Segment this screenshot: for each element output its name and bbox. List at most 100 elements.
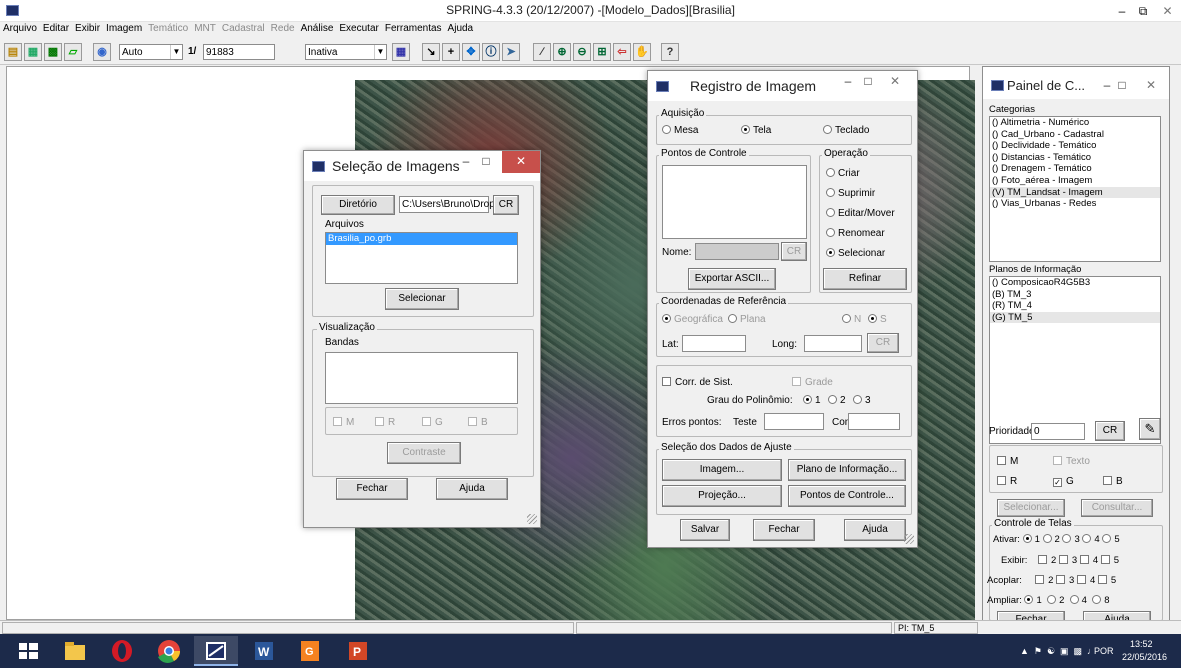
close-button[interactable]: ✕: [1154, 0, 1181, 22]
radio-grau-2[interactable]: 2: [828, 395, 846, 406]
fechar-button[interactable]: Fechar: [336, 478, 408, 500]
hand-icon[interactable]: ✋: [633, 43, 651, 61]
word-icon[interactable]: W: [241, 636, 285, 666]
check-corr-sist[interactable]: Corr. de Sist.: [662, 377, 733, 388]
ajuda-button[interactable]: Ajuda: [844, 519, 906, 541]
list-item[interactable]: () Foto_aérea - Imagem: [990, 175, 1160, 187]
menu-exibir[interactable]: Exibir: [72, 22, 103, 34]
plus-icon[interactable]: +: [442, 43, 460, 61]
radio-tela[interactable]: Tela: [741, 125, 771, 136]
check-b[interactable]: B: [1103, 476, 1123, 487]
menu-arquivo[interactable]: Arquivo: [0, 22, 40, 34]
arquivos-list[interactable]: Brasilia_po.grb: [325, 232, 518, 284]
categorias-list[interactable]: () Altimetria - Numérico () Cad_Urbano -…: [989, 116, 1161, 262]
zoom-mode-select[interactable]: Auto ▼: [119, 44, 183, 60]
help-icon[interactable]: ?: [661, 43, 679, 61]
database-icon[interactable]: ▤: [4, 43, 22, 61]
project-icon[interactable]: ▦: [24, 43, 42, 61]
cursor-icon[interactable]: ➤: [502, 43, 520, 61]
layers-icon[interactable]: ▩: [44, 43, 62, 61]
resize-grip[interactable]: [527, 514, 537, 524]
radio-grau-3[interactable]: 3: [853, 395, 871, 406]
menu-imagem[interactable]: Imagem: [103, 22, 145, 34]
ativar-row[interactable]: Ativar: 1 2 3 4 5: [993, 534, 1120, 545]
plano-info-button[interactable]: Plano de Informação...: [788, 459, 906, 481]
menu-executar[interactable]: Executar: [336, 22, 381, 34]
planos-list[interactable]: () ComposicaoR4G5B3 (B) TM_3 (R) TM_4 (G…: [989, 276, 1161, 444]
edit-pencil-icon[interactable]: ✎: [1139, 418, 1161, 440]
zoom-in-icon[interactable]: ⊕: [553, 43, 571, 61]
refinar-button[interactable]: Refinar: [823, 268, 907, 290]
resize-grip[interactable]: [904, 534, 914, 544]
imagem-button[interactable]: Imagem...: [662, 459, 782, 481]
maximize-button[interactable]: □: [1111, 75, 1133, 97]
scale-input[interactable]: 91883: [203, 44, 275, 60]
menu-cadastral[interactable]: Cadastral: [219, 22, 268, 34]
menu-rede[interactable]: Rede: [268, 22, 298, 34]
list-item[interactable]: (V) TM_Landsat - Imagem: [990, 186, 1160, 199]
selecionar-button[interactable]: Selecionar: [385, 288, 459, 310]
plane-mode-select[interactable]: Inativa ▼: [305, 44, 387, 60]
radio-s[interactable]: S: [868, 314, 887, 325]
radio-n[interactable]: N: [842, 314, 861, 325]
binoculars-icon[interactable]: ◉: [93, 43, 111, 61]
pontos-list[interactable]: [662, 165, 807, 239]
menu-mnt[interactable]: MNT: [191, 22, 219, 34]
diretorio-cr-button[interactable]: CR: [493, 195, 519, 215]
acoplar-row[interactable]: Acoplar: 2 3 4 5: [987, 575, 1116, 586]
check-r[interactable]: R: [997, 476, 1017, 487]
check-r[interactable]: R: [375, 417, 395, 428]
teste-input[interactable]: [764, 413, 824, 430]
windows-start-icon[interactable]: [6, 636, 50, 666]
zoom-out-icon[interactable]: ⊖: [573, 43, 591, 61]
check-b[interactable]: B: [468, 417, 488, 428]
list-item[interactable]: () Drenagem - Temático: [990, 163, 1160, 175]
radio-mesa[interactable]: Mesa: [662, 125, 698, 136]
radio-plana[interactable]: Plana: [728, 314, 766, 325]
opera-icon[interactable]: [100, 636, 144, 666]
info-icon[interactable]: ⓘ: [482, 43, 500, 61]
pontos-controle-button[interactable]: Pontos de Controle...: [788, 485, 906, 507]
salvar-button[interactable]: Salvar: [680, 519, 730, 541]
radio-grau-1[interactable]: 1: [803, 395, 821, 406]
powerpoint-icon[interactable]: P: [335, 636, 379, 666]
spring-taskbar-icon[interactable]: [194, 636, 238, 666]
ajuda-button[interactable]: Ajuda: [436, 478, 508, 500]
contraste-button[interactable]: Contraste: [387, 442, 461, 464]
line-icon[interactable]: ∕: [533, 43, 551, 61]
controle-input[interactable]: [848, 413, 900, 430]
projecao-button[interactable]: Projeção...: [662, 485, 782, 507]
nome-input[interactable]: [695, 243, 779, 260]
back-icon[interactable]: ⇦: [613, 43, 631, 61]
list-item[interactable]: (B) TM_3: [990, 289, 1160, 301]
check-texto[interactable]: Texto: [1053, 456, 1090, 467]
tray-icons[interactable]: ▲ ⚑ ☯ ▣ ▩ ♩: [1020, 646, 1096, 657]
list-item[interactable]: () Cad_Urbano - Cadastral: [990, 129, 1160, 141]
input-language[interactable]: POR: [1094, 646, 1114, 656]
bandas-list[interactable]: [325, 352, 518, 404]
exportar-button[interactable]: Exportar ASCII...: [688, 268, 776, 290]
check-g[interactable]: G: [422, 417, 443, 428]
coord-cr-button[interactable]: CR: [867, 333, 899, 353]
ampliar-row[interactable]: Ampliar: 1 2 4 8: [987, 595, 1110, 606]
menu-ferramentas[interactable]: Ferramentas: [382, 22, 445, 34]
diretorio-input[interactable]: C:\Users\Bruno\Drop: [399, 196, 495, 213]
check-g[interactable]: ✓ G: [1053, 476, 1074, 487]
menu-editar[interactable]: Editar: [40, 22, 72, 34]
prioridade-input[interactable]: 0: [1031, 423, 1085, 440]
list-item[interactable]: () ComposicaoR4G5B3: [990, 277, 1160, 289]
maximize-button[interactable]: □: [854, 71, 882, 93]
menu-tematico[interactable]: Temático: [145, 22, 191, 34]
fechar-button[interactable]: Fechar: [753, 519, 815, 541]
long-input[interactable]: [804, 335, 862, 352]
exibir-row[interactable]: Exibir: 2 3 4 5: [1001, 555, 1119, 566]
lat-input[interactable]: [682, 335, 746, 352]
close-button[interactable]: ✕: [502, 151, 540, 173]
edit-icon[interactable]: ▱: [64, 43, 82, 61]
diretorio-button[interactable]: Diretório: [321, 195, 395, 215]
pan-icon[interactable]: ✥: [462, 43, 480, 61]
clock-time[interactable]: 13:52: [1130, 639, 1153, 649]
radio-selecionar[interactable]: Selecionar: [826, 248, 885, 259]
close-button[interactable]: ✕: [881, 71, 909, 93]
zoom-window-icon[interactable]: ⊞: [593, 43, 611, 61]
